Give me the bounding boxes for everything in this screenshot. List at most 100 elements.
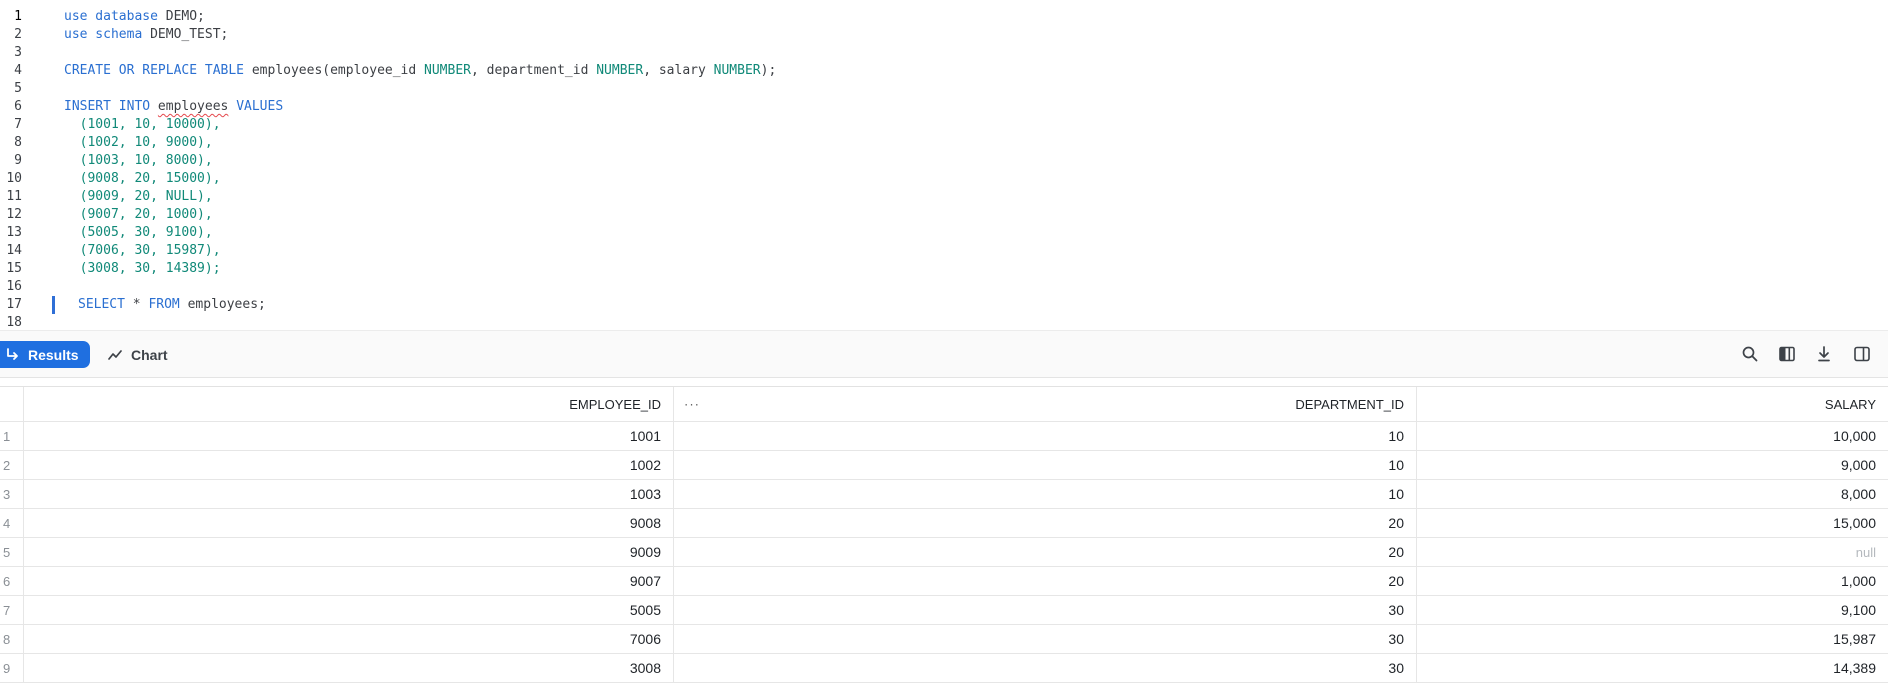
code-line[interactable]: 4 CREATE OR REPLACE TABLE employees(emplo…: [0, 62, 1888, 80]
code-token: (3008, 30, 14389);: [64, 261, 221, 276]
salary-cell[interactable]: 15,000: [1417, 509, 1888, 537]
code-line[interactable]: 7 (1001, 10, 10000),: [0, 116, 1888, 134]
row-index: 8: [0, 625, 24, 653]
code-line[interactable]: 1 use database DEMO;: [0, 8, 1888, 26]
panel-toggle-icon[interactable]: [1850, 342, 1874, 366]
cell-value: 1,000: [1840, 573, 1876, 589]
cell-value: 9,100: [1840, 602, 1876, 618]
salary-cell[interactable]: 1,000: [1417, 567, 1888, 595]
line-number: 15: [6, 261, 22, 276]
cell-value: 14,389: [1833, 660, 1876, 676]
code-token: DEMO;: [165, 9, 205, 24]
cell-value: 1001: [629, 428, 661, 444]
row-index: 1: [0, 422, 24, 450]
code-line[interactable]: 17 SELECT * FROM employees;: [0, 296, 1888, 314]
department-id-cell[interactable]: 30: [674, 654, 1417, 682]
code-line[interactable]: 16: [0, 278, 1888, 296]
department-id-cell[interactable]: 10: [674, 422, 1417, 450]
line-number: 17: [6, 297, 22, 312]
code-token: employees;: [187, 297, 266, 312]
salary-cell[interactable]: 9,000: [1417, 451, 1888, 479]
code-line[interactable]: 2 use schema DEMO_TEST;: [0, 26, 1888, 44]
code-line[interactable]: 8 (1002, 10, 9000),: [0, 134, 1888, 152]
department-id-cell[interactable]: 30: [674, 596, 1417, 624]
table-row[interactable]: 2 1002 10 9,000: [0, 451, 1888, 480]
column-header-label: EMPLOYEE_ID: [569, 396, 661, 412]
column-menu-icon[interactable]: ···: [684, 397, 700, 412]
chart-tab[interactable]: Chart: [108, 341, 168, 368]
salary-cell[interactable]: 14,389: [1417, 654, 1888, 682]
column-header-salary[interactable]: SALARY: [1417, 387, 1888, 421]
line-number: 10: [6, 171, 22, 186]
employee-id-cell[interactable]: 9007: [24, 567, 674, 595]
chart-tab-label: Chart: [131, 346, 168, 363]
row-index: 5: [0, 538, 24, 566]
code-token: use database: [64, 9, 166, 24]
code-token: *: [132, 297, 149, 312]
code-line[interactable]: 9 (1003, 10, 8000),: [0, 152, 1888, 170]
columns-icon[interactable]: [1775, 342, 1799, 366]
employee-id-cell[interactable]: 1002: [24, 451, 674, 479]
table-row[interactable]: 1 1001 10 10,000: [0, 422, 1888, 451]
line-number: 14: [6, 243, 22, 258]
table-row[interactable]: 8 7006 30 15,987: [0, 625, 1888, 654]
employee-id-cell[interactable]: 9009: [24, 538, 674, 566]
search-icon[interactable]: [1738, 342, 1762, 366]
code-line[interactable]: 3: [0, 44, 1888, 62]
code-token: (9009, 20, NULL),: [64, 189, 213, 204]
table-row[interactable]: 6 9007 20 1,000: [0, 567, 1888, 596]
code-line[interactable]: 5: [0, 80, 1888, 98]
code-line[interactable]: 14 (7006, 30, 15987),: [0, 242, 1888, 260]
column-header-label: SALARY: [1824, 396, 1876, 412]
salary-cell[interactable]: 15,987: [1417, 625, 1888, 653]
code-token: , salary: [643, 63, 714, 78]
code-text: use database DEMO;: [64, 8, 205, 26]
row-index: 2: [0, 451, 24, 479]
employee-id-cell[interactable]: 1001: [24, 422, 674, 450]
table-row[interactable]: 9 3008 30 14,389: [0, 654, 1888, 683]
cell-value: 9,000: [1840, 457, 1876, 473]
code-line[interactable]: 6 INSERT INTO employees VALUES: [0, 98, 1888, 116]
code-line[interactable]: 11 (9009, 20, NULL),: [0, 188, 1888, 206]
salary-cell[interactable]: 8,000: [1417, 480, 1888, 508]
table-row[interactable]: 4 9008 20 15,000: [0, 509, 1888, 538]
line-number: 6: [14, 99, 22, 114]
code-token: (7006, 30, 15987),: [64, 243, 221, 258]
department-id-cell[interactable]: 10: [674, 451, 1417, 479]
table-row[interactable]: 3 1003 10 8,000: [0, 480, 1888, 509]
department-id-cell[interactable]: 30: [674, 625, 1417, 653]
employee-id-cell[interactable]: 3008: [24, 654, 674, 682]
code-token: CREATE OR REPLACE TABLE: [64, 63, 252, 78]
employee-id-cell[interactable]: 5005: [24, 596, 674, 624]
column-header-employee-id[interactable]: EMPLOYEE_ID: [24, 387, 674, 421]
code-line[interactable]: 10 (9008, 20, 15000),: [0, 170, 1888, 188]
salary-cell[interactable]: 9,100: [1417, 596, 1888, 624]
code-line[interactable]: 15 (3008, 30, 14389);: [0, 260, 1888, 278]
table-row[interactable]: 5 9009 20 null: [0, 538, 1888, 567]
code-text: (3008, 30, 14389);: [64, 260, 221, 278]
code-line[interactable]: 12 (9007, 20, 1000),: [0, 206, 1888, 224]
results-tab[interactable]: Results: [0, 341, 90, 368]
department-id-cell[interactable]: 20: [674, 538, 1417, 566]
sql-editor[interactable]: 1 use database DEMO; 2 use schema DEMO_TEST…: [0, 0, 1888, 330]
code-line[interactable]: 13 (5005, 30, 9100),: [0, 224, 1888, 242]
salary-cell[interactable]: null: [1417, 538, 1888, 566]
results-arrow-icon: [6, 347, 20, 362]
code-token: (9008, 20, 15000),: [64, 171, 221, 186]
salary-cell[interactable]: 10,000: [1417, 422, 1888, 450]
code-lines[interactable]: 1 use database DEMO; 2 use schema DEMO_TEST…: [0, 8, 1888, 332]
column-header-department-id[interactable]: ··· DEPARTMENT_ID: [674, 387, 1417, 421]
download-icon[interactable]: [1812, 342, 1836, 366]
code-text: (9008, 20, 15000),: [64, 170, 221, 188]
department-id-cell[interactable]: 20: [674, 509, 1417, 537]
employee-id-cell[interactable]: 7006: [24, 625, 674, 653]
department-id-cell[interactable]: 20: [674, 567, 1417, 595]
employee-id-cell[interactable]: 9008: [24, 509, 674, 537]
department-id-cell[interactable]: 10: [674, 480, 1417, 508]
column-header-label: DEPARTMENT_ID: [1295, 396, 1404, 412]
table-row[interactable]: 7 5005 30 9,100: [0, 596, 1888, 625]
employee-id-cell[interactable]: 1003: [24, 480, 674, 508]
code-text: (5005, 30, 9100),: [64, 224, 213, 242]
code-text: (1002, 10, 9000),: [64, 134, 213, 152]
line-number: 2: [14, 27, 22, 42]
